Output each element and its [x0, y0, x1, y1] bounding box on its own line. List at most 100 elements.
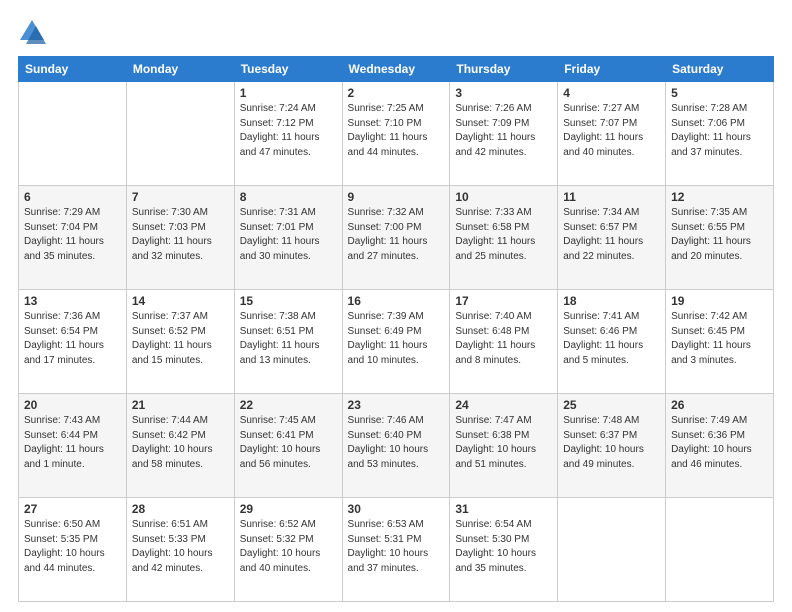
calendar-day-28: 28Sunrise: 6:51 AMSunset: 5:33 PMDayligh…: [126, 498, 234, 602]
calendar-empty: [19, 82, 127, 186]
calendar-day-8: 8 Sunrise: 7:31 AMSunset: 7:01 PMDaylight…: [234, 186, 342, 290]
day-info: Sunrise: 7:31 AMSunset: 7:01 PMDaylight:…: [240, 206, 337, 264]
day-info: Sunrise: 7:37 AMSunset: 6:52 PMDaylight:…: [132, 310, 229, 368]
day-number: 19: [671, 294, 768, 308]
day-info: Sunrise: 7:36 AMSunset: 6:54 PMDaylight:…: [24, 310, 121, 368]
calendar-week-row: 1 Sunrise: 7:24 AMSunset: 7:12 PMDaylight…: [19, 82, 774, 186]
day-info: Sunrise: 7:42 AMSunset: 6:45 PMDaylight:…: [671, 310, 768, 368]
calendar-day-11: 11 Sunrise: 7:34 AMSunset: 6:57 PMDayligh…: [558, 186, 666, 290]
day-number: 9: [348, 190, 445, 204]
day-number: 18: [563, 294, 660, 308]
day-info: Sunrise: 7:30 AMSunset: 7:03 PMDaylight:…: [132, 206, 229, 264]
day-number: 3: [455, 86, 552, 100]
day-number: 1: [240, 86, 337, 100]
calendar-header-row: SundayMondayTuesdayWednesdayThursdayFrid…: [19, 57, 774, 82]
calendar-day-29: 29 Sunrise: 6:52 AMSunset: 5:32 PMDayligh…: [234, 498, 342, 602]
calendar-day-12: 12 Sunrise: 7:35 AMSunset: 6:55 PMDayligh…: [666, 186, 774, 290]
calendar-day-1: 1 Sunrise: 7:24 AMSunset: 7:12 PMDaylight…: [234, 82, 342, 186]
day-info: Sunrise: 7:38 AMSunset: 6:51 PMDaylight:…: [240, 310, 337, 368]
day-info: Sunrise: 7:47 AMSunset: 6:38 PMDaylight:…: [455, 414, 552, 472]
calendar-day-27: 27 Sunrise: 6:50 AMSunset: 5:35 PMDayligh…: [19, 498, 127, 602]
calendar-day-14: 14 Sunrise: 7:37 AMSunset: 6:52 PMDayligh…: [126, 290, 234, 394]
day-info: Sunrise: 6:52 AMSunset: 5:32 PMDaylight:…: [240, 518, 337, 576]
calendar-day-17: 17 Sunrise: 7:40 AMSunset: 6:48 PMDayligh…: [450, 290, 558, 394]
day-number: 5: [671, 86, 768, 100]
calendar-week-row: 27 Sunrise: 6:50 AMSunset: 5:35 PMDayligh…: [19, 498, 774, 602]
day-info: Sunrise: 7:44 AMSunset: 6:42 PMDaylight:…: [132, 414, 229, 472]
day-info: Sunrise: 7:34 AMSunset: 6:57 PMDaylight:…: [563, 206, 660, 264]
day-number: 28: [132, 502, 229, 516]
day-info: Sunrise: 7:41 AMSunset: 6:46 PMDaylight:…: [563, 310, 660, 368]
day-number: 12: [671, 190, 768, 204]
calendar-day-3: 3 Sunrise: 7:26 AMSunset: 7:09 PMDaylight…: [450, 82, 558, 186]
calendar-day-24: 24Sunrise: 7:47 AMSunset: 6:38 PMDayligh…: [450, 394, 558, 498]
day-info: Sunrise: 7:45 AMSunset: 6:41 PMDaylight:…: [240, 414, 337, 472]
day-number: 10: [455, 190, 552, 204]
calendar-week-row: 13Sunrise: 7:36 AMSunset: 6:54 PMDayligh…: [19, 290, 774, 394]
day-number: 22: [240, 398, 337, 412]
day-info: Sunrise: 7:26 AMSunset: 7:09 PMDaylight:…: [455, 102, 552, 160]
page: SundayMondayTuesdayWednesdayThursdayFrid…: [0, 0, 792, 612]
day-number: 11: [563, 190, 660, 204]
header-thursday: Thursday: [450, 57, 558, 82]
day-info: Sunrise: 7:24 AMSunset: 7:12 PMDaylight:…: [240, 102, 337, 160]
day-info: Sunrise: 7:35 AMSunset: 6:55 PMDaylight:…: [671, 206, 768, 264]
day-info: Sunrise: 6:54 AMSunset: 5:30 PMDaylight:…: [455, 518, 552, 576]
calendar-day-22: 22 Sunrise: 7:45 AMSunset: 6:41 PMDayligh…: [234, 394, 342, 498]
calendar-week-row: 6 Sunrise: 7:29 AMSunset: 7:04 PMDaylight…: [19, 186, 774, 290]
day-number: 20: [24, 398, 121, 412]
day-number: 17: [455, 294, 552, 308]
logo-icon: [18, 18, 46, 46]
day-number: 8: [240, 190, 337, 204]
calendar-day-26: 26Sunrise: 7:49 AMSunset: 6:36 PMDayligh…: [666, 394, 774, 498]
calendar-day-20: 20 Sunrise: 7:43 AMSunset: 6:44 PMDayligh…: [19, 394, 127, 498]
day-number: 4: [563, 86, 660, 100]
day-info: Sunrise: 7:29 AMSunset: 7:04 PMDaylight:…: [24, 206, 121, 264]
calendar-day-16: 16 Sunrise: 7:39 AMSunset: 6:49 PMDayligh…: [342, 290, 450, 394]
calendar-day-15: 15 Sunrise: 7:38 AMSunset: 6:51 PMDayligh…: [234, 290, 342, 394]
header-wednesday: Wednesday: [342, 57, 450, 82]
calendar-day-7: 7Sunrise: 7:30 AMSunset: 7:03 PMDaylight…: [126, 186, 234, 290]
day-number: 31: [455, 502, 552, 516]
day-number: 16: [348, 294, 445, 308]
header-monday: Monday: [126, 57, 234, 82]
day-info: Sunrise: 7:40 AMSunset: 6:48 PMDaylight:…: [455, 310, 552, 368]
calendar-day-18: 18 Sunrise: 7:41 AMSunset: 6:46 PMDayligh…: [558, 290, 666, 394]
day-info: Sunrise: 7:48 AMSunset: 6:37 PMDaylight:…: [563, 414, 660, 472]
calendar-empty: [126, 82, 234, 186]
header-friday: Friday: [558, 57, 666, 82]
calendar-day-21: 21Sunrise: 7:44 AMSunset: 6:42 PMDayligh…: [126, 394, 234, 498]
day-info: Sunrise: 6:53 AMSunset: 5:31 PMDaylight:…: [348, 518, 445, 576]
calendar-day-4: 4 Sunrise: 7:27 AMSunset: 7:07 PMDaylight…: [558, 82, 666, 186]
day-number: 15: [240, 294, 337, 308]
day-info: Sunrise: 7:39 AMSunset: 6:49 PMDaylight:…: [348, 310, 445, 368]
day-number: 26: [671, 398, 768, 412]
day-number: 25: [563, 398, 660, 412]
calendar-day-2: 2Sunrise: 7:25 AMSunset: 7:10 PMDaylight…: [342, 82, 450, 186]
header: [18, 18, 774, 46]
calendar-day-6: 6 Sunrise: 7:29 AMSunset: 7:04 PMDaylight…: [19, 186, 127, 290]
calendar-week-row: 20 Sunrise: 7:43 AMSunset: 6:44 PMDayligh…: [19, 394, 774, 498]
calendar-table: SundayMondayTuesdayWednesdayThursdayFrid…: [18, 56, 774, 602]
header-sunday: Sunday: [19, 57, 127, 82]
day-info: Sunrise: 7:27 AMSunset: 7:07 PMDaylight:…: [563, 102, 660, 160]
day-info: Sunrise: 7:32 AMSunset: 7:00 PMDaylight:…: [348, 206, 445, 264]
day-number: 14: [132, 294, 229, 308]
calendar-day-23: 23 Sunrise: 7:46 AMSunset: 6:40 PMDayligh…: [342, 394, 450, 498]
day-info: Sunrise: 7:43 AMSunset: 6:44 PMDaylight:…: [24, 414, 121, 472]
day-number: 27: [24, 502, 121, 516]
day-number: 23: [348, 398, 445, 412]
calendar-empty: [558, 498, 666, 602]
header-saturday: Saturday: [666, 57, 774, 82]
day-number: 6: [24, 190, 121, 204]
day-number: 29: [240, 502, 337, 516]
calendar-day-9: 9 Sunrise: 7:32 AMSunset: 7:00 PMDaylight…: [342, 186, 450, 290]
calendar-day-13: 13Sunrise: 7:36 AMSunset: 6:54 PMDayligh…: [19, 290, 127, 394]
calendar-day-5: 5Sunrise: 7:28 AMSunset: 7:06 PMDaylight…: [666, 82, 774, 186]
calendar-empty: [666, 498, 774, 602]
day-info: Sunrise: 7:46 AMSunset: 6:40 PMDaylight:…: [348, 414, 445, 472]
day-info: Sunrise: 6:50 AMSunset: 5:35 PMDaylight:…: [24, 518, 121, 576]
day-number: 30: [348, 502, 445, 516]
calendar-day-31: 31 Sunrise: 6:54 AMSunset: 5:30 PMDayligh…: [450, 498, 558, 602]
day-number: 2: [348, 86, 445, 100]
